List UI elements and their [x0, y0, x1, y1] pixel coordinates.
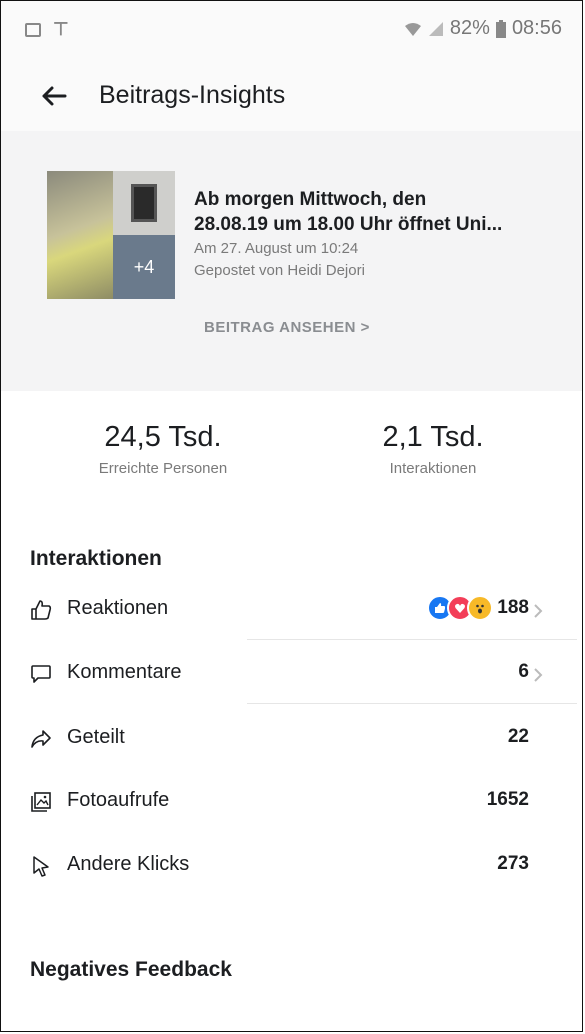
engagement-value: 2,1 Tsd. [382, 421, 484, 453]
post-photo-secondary[interactable] [113, 171, 175, 235]
chevron-right-icon [534, 604, 543, 618]
photo-views-row: Fotoaufrufe 1652 [1, 769, 582, 833]
reactions-count: 188 [497, 597, 529, 618]
cursor-icon [33, 856, 49, 877]
status-bar: ⊤ 82% 08:56 [1, 1, 582, 61]
post-card: +4 Ab morgen Mittwoch, den 28.08.19 um 1… [1, 131, 582, 391]
reactions-label: Reaktionen [67, 597, 169, 619]
reach-label: Erreichte Personen [98, 460, 228, 477]
post-title: Ab morgen Mittwoch, den 28.08.19 um 18.0… [194, 189, 503, 235]
share-icon [31, 730, 51, 748]
wow-reaction-icon [467, 595, 493, 621]
chevron-right-icon [534, 668, 543, 682]
reactions-row[interactable]: Reaktionen 188 [1, 577, 582, 641]
row-divider [247, 639, 577, 640]
post-author: Gepostet von Heidi Dejori [194, 262, 365, 279]
battery-icon [495, 19, 506, 38]
photo-views-label: Fotoaufrufe [67, 789, 170, 811]
thumbs-up-icon [31, 600, 52, 620]
app-header: Beitrags-Insights [1, 61, 582, 131]
post-photo-main[interactable] [47, 171, 113, 299]
other-clicks-label: Andere Klicks [67, 853, 190, 875]
row-divider [247, 703, 577, 704]
reach-stat: 24,5 Tsd. Erreichte Personen [48, 421, 278, 477]
shares-label: Geteilt [67, 726, 125, 748]
engagement-stat: 2,1 Tsd. Interaktionen [318, 421, 548, 477]
back-arrow-icon[interactable] [37, 79, 71, 113]
other-clicks-count: 273 [497, 853, 529, 874]
signal-icon [428, 21, 443, 36]
comments-count: 6 [518, 661, 529, 682]
more-photos-thumb[interactable]: +4 [113, 235, 175, 299]
photo-icon [31, 792, 51, 812]
page-title: Beitrags-Insights [99, 81, 286, 109]
post-date: Am 27. August um 10:24 [194, 240, 359, 257]
view-post-link[interactable]: BEITRAG ANSEHEN > [204, 319, 370, 336]
other-clicks-row: Andere Klicks 273 [1, 833, 582, 897]
download-notification-icon: ⊤ [53, 19, 69, 39]
reaction-icons [427, 595, 493, 621]
engagement-label: Interaktionen [389, 460, 477, 477]
shares-row: Geteilt 22 [1, 706, 582, 770]
gallery-notification-icon [25, 22, 41, 37]
wifi-icon [404, 22, 421, 36]
comments-row[interactable]: Kommentare 6 [1, 641, 582, 705]
interactions-heading: Interaktionen [30, 547, 162, 570]
comment-icon [31, 665, 51, 683]
clock: 08:56 [511, 17, 562, 39]
screen: ⊤ 82% 08:56 Beitrags-Insights +4 Ab morg… [0, 0, 583, 1032]
negative-feedback-heading: Negatives Feedback [30, 958, 232, 981]
shares-count: 22 [507, 726, 529, 747]
battery-percent: 82% [449, 17, 490, 39]
photo-views-count: 1652 [486, 789, 529, 810]
comments-label: Kommentare [67, 661, 182, 683]
reach-value: 24,5 Tsd. [104, 421, 222, 453]
